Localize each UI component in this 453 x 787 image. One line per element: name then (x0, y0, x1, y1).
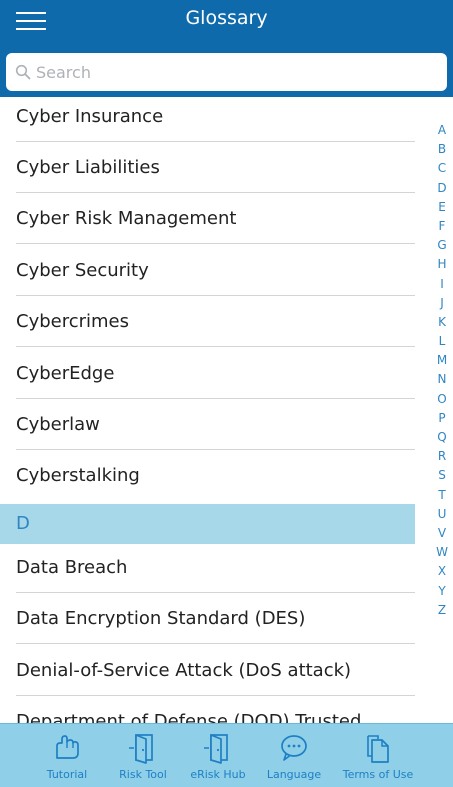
index-letter[interactable]: H (434, 255, 450, 274)
index-letter[interactable]: G (434, 236, 450, 255)
list-item[interactable]: Denial-of-Service Attack (DoS attack) (0, 645, 415, 696)
list-item-label: Cyber Liabilities (16, 157, 160, 178)
index-letter[interactable]: K (434, 313, 450, 332)
divider (16, 243, 415, 244)
tab-language[interactable]: Language (262, 724, 326, 787)
index-letter[interactable]: T (434, 486, 450, 505)
tab-erisk-hub[interactable]: eRisk Hub (186, 724, 250, 787)
list-item[interactable]: Cyber Security (0, 245, 415, 296)
list-item[interactable]: CyberEdge (0, 348, 415, 399)
index-letter[interactable]: O (434, 390, 450, 409)
glossary-list[interactable]: Cyber Insurance Cyber Liabilities Cyber … (0, 97, 415, 723)
list-item[interactable]: Cyberstalking (0, 450, 415, 501)
list-item-label: Cybercrimes (16, 311, 130, 332)
search-input[interactable] (36, 53, 436, 91)
index-letter[interactable]: X (434, 562, 450, 581)
index-letter[interactable]: A (434, 121, 450, 140)
list-item[interactable]: Cyber Liabilities (0, 142, 415, 193)
list-item[interactable]: Department of Defense (DOD) Trusted (0, 696, 415, 723)
divider (16, 346, 415, 347)
index-letter[interactable]: D (434, 179, 450, 198)
list-item-label: CyberEdge (16, 363, 115, 384)
chat-bubble-icon (281, 735, 307, 761)
list-item[interactable]: Cybercrimes (0, 296, 415, 347)
door-icon (129, 734, 153, 764)
section-header: D (0, 504, 415, 544)
list-item[interactable]: Cyberlaw (0, 399, 415, 450)
list-item-label: Data Encryption Standard (DES) (16, 608, 306, 629)
index-letter[interactable]: V (434, 524, 450, 543)
tab-risk-tool[interactable]: Risk Tool (112, 724, 174, 787)
alphabet-index[interactable]: A B C D E F G H I J K L M N O P Q R S T … (434, 121, 450, 620)
tab-label: Tutorial (46, 768, 88, 781)
list-item-label: Denial-of-Service Attack (DoS attack) (16, 660, 352, 681)
index-letter[interactable]: W (434, 543, 450, 562)
index-letter[interactable]: E (434, 198, 450, 217)
index-letter[interactable]: C (434, 159, 450, 178)
index-letter[interactable]: P (434, 409, 450, 428)
index-letter[interactable]: S (434, 466, 450, 485)
index-letter[interactable]: N (434, 370, 450, 389)
list-item[interactable]: Cyber Insurance (0, 97, 415, 142)
tab-tutorial[interactable]: Tutorial (36, 724, 98, 787)
tab-label: Risk Tool (119, 768, 167, 781)
index-letter[interactable]: L (434, 332, 450, 351)
tab-label: Terms of Use (342, 768, 414, 781)
index-letter[interactable]: I (434, 275, 450, 294)
list-item-label: Cyberlaw (16, 414, 100, 435)
index-letter[interactable]: Y (434, 582, 450, 601)
app-header: Glossary (0, 0, 453, 97)
list-item-label: Cyber Security (16, 260, 149, 281)
index-letter[interactable]: M (434, 351, 450, 370)
bottom-tab-bar: Tutorial Risk Tool eRisk Hub Language Te… (0, 723, 453, 787)
door-icon (204, 734, 228, 764)
list-item-label: Cyber Risk Management (16, 208, 237, 229)
tab-terms-of-use[interactable]: Terms of Use (337, 724, 419, 787)
tab-label: Language (266, 768, 322, 781)
tab-label: eRisk Hub (190, 768, 246, 781)
list-item[interactable]: Data Breach (0, 542, 415, 593)
index-letter[interactable]: B (434, 140, 450, 159)
list-item-label: Data Breach (16, 557, 128, 578)
search-bar (6, 53, 447, 91)
search-icon (15, 64, 31, 80)
divider (16, 643, 415, 644)
index-letter[interactable]: J (434, 294, 450, 313)
list-item-label: Cyberstalking (16, 465, 140, 486)
page-title: Glossary (185, 7, 268, 29)
documents-icon (367, 735, 389, 763)
index-letter[interactable]: U (434, 505, 450, 524)
index-letter[interactable]: Q (434, 428, 450, 447)
hand-icon (56, 735, 79, 759)
list-item-label: Department of Defense (DOD) Trusted (16, 711, 362, 723)
index-letter[interactable]: F (434, 217, 450, 236)
list-item-label: Cyber Insurance (16, 106, 164, 127)
list-item[interactable]: Cyber Risk Management (0, 193, 415, 244)
section-header-label: D (16, 513, 30, 534)
index-letter[interactable]: R (434, 447, 450, 466)
list-item[interactable]: Data Encryption Standard (DES) (0, 593, 415, 644)
index-letter[interactable]: Z (434, 601, 450, 620)
